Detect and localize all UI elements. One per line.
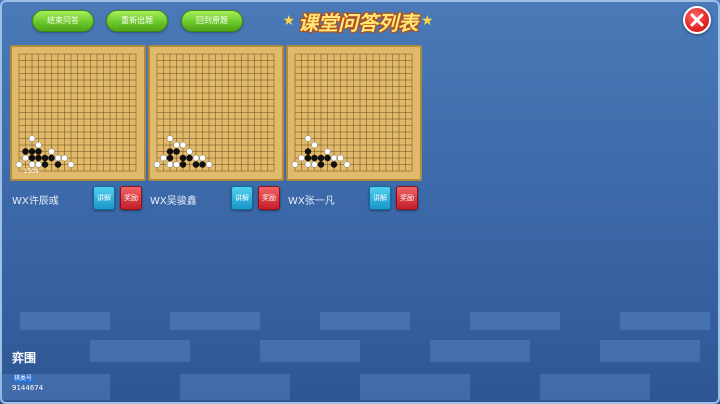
- floor-tile: [540, 374, 650, 400]
- floor-tile: [260, 340, 360, 362]
- black-stone: [166, 148, 174, 155]
- white-stone: [192, 154, 200, 162]
- page-title-text: 课堂问答列表: [298, 10, 418, 35]
- black-stone: [28, 154, 36, 162]
- go-board: [291, 53, 413, 172]
- logo-sub-badge: 棋类号: [12, 375, 35, 383]
- floor-tile: [360, 374, 470, 400]
- white-stone: [15, 161, 23, 168]
- black-stone: [304, 148, 312, 155]
- student-name: WX吴骏鑫: [150, 196, 197, 207]
- black-stone: [28, 148, 36, 155]
- white-stone: [337, 154, 344, 162]
- black-stone: [35, 148, 42, 155]
- white-stone: [166, 161, 174, 168]
- board-label: 1509: [24, 168, 39, 175]
- black-stone: [41, 154, 49, 162]
- white-stone: [199, 154, 206, 162]
- reward-button[interactable]: 奖励: [120, 186, 142, 210]
- student-board-2[interactable]: [148, 45, 284, 181]
- floor-tile: [180, 374, 290, 400]
- floor-tile: [90, 340, 190, 362]
- white-stone: [173, 141, 180, 149]
- explain-button[interactable]: 讲解: [369, 186, 391, 210]
- explain-button[interactable]: 讲解: [93, 186, 115, 210]
- black-stone: [41, 161, 49, 168]
- black-stone: [192, 161, 200, 168]
- white-stone: [186, 148, 193, 155]
- logo-text: 弈围: [12, 351, 37, 365]
- black-stone: [179, 161, 187, 168]
- black-stone: [179, 154, 187, 162]
- white-stone: [311, 161, 318, 168]
- reward-button[interactable]: 奖励: [258, 186, 280, 210]
- white-stone: [28, 161, 36, 168]
- white-stone: [324, 148, 331, 155]
- white-stone: [298, 154, 305, 162]
- student-board-3[interactable]: [286, 45, 422, 181]
- white-stone: [28, 135, 36, 142]
- white-stone: [311, 141, 318, 149]
- student-board-1[interactable]: 1509: [10, 45, 146, 181]
- white-stone: [343, 161, 351, 168]
- black-stone: [317, 154, 325, 162]
- white-stone: [35, 161, 42, 168]
- page-title: ★ 课堂问答列表 ★: [270, 6, 446, 36]
- student-name: WX张一凡: [288, 196, 335, 207]
- black-stone: [330, 161, 338, 168]
- white-stone: [304, 161, 312, 168]
- reissue-question-button[interactable]: 重新出题: [106, 10, 168, 32]
- black-stone: [199, 161, 206, 168]
- white-stone: [61, 154, 68, 162]
- white-stone: [166, 135, 174, 142]
- star-icon: ★: [282, 13, 295, 29]
- reward-button[interactable]: 奖励: [396, 186, 418, 210]
- back-to-original-button[interactable]: 回到原题: [181, 10, 243, 32]
- end-qa-button[interactable]: 结束问答: [32, 10, 94, 32]
- black-stone: [311, 154, 318, 162]
- floor-tile: [20, 312, 110, 330]
- black-stone: [54, 161, 62, 168]
- white-stone: [179, 141, 187, 149]
- white-stone: [160, 154, 167, 162]
- black-stone: [324, 154, 331, 162]
- black-stone: [186, 154, 193, 162]
- go-board: 1509: [15, 53, 137, 175]
- black-stone: [317, 161, 325, 168]
- star-icon: ★: [421, 13, 434, 29]
- black-stone: [48, 154, 55, 162]
- white-stone: [48, 148, 55, 155]
- white-stone: [205, 161, 213, 168]
- explain-button[interactable]: 讲解: [231, 186, 253, 210]
- floor-tile: [600, 340, 700, 362]
- floor-tile: [430, 340, 530, 362]
- app-logo: 弈围 棋类号 9144674: [12, 352, 52, 392]
- black-stone: [166, 154, 174, 162]
- white-stone: [153, 161, 161, 168]
- student-name: WX许辰彧: [12, 196, 59, 207]
- close-icon: [690, 13, 704, 27]
- white-stone: [304, 135, 312, 142]
- close-button[interactable]: [683, 6, 711, 34]
- black-stone: [173, 148, 180, 155]
- black-stone: [35, 154, 42, 162]
- white-stone: [22, 154, 29, 162]
- white-stone: [54, 154, 62, 162]
- white-stone: [173, 161, 180, 168]
- room-number: 9144674: [12, 384, 44, 392]
- white-stone: [67, 161, 75, 168]
- floor-decoration: [0, 292, 720, 404]
- go-board: [153, 53, 275, 172]
- floor-tile: [620, 312, 710, 330]
- black-stone: [304, 154, 312, 162]
- white-stone: [291, 161, 299, 168]
- white-stone: [330, 154, 338, 162]
- floor-tile: [470, 312, 560, 330]
- black-stone: [22, 148, 29, 155]
- floor-tile: [320, 312, 410, 330]
- floor-tile: [170, 312, 260, 330]
- white-stone: [35, 141, 42, 149]
